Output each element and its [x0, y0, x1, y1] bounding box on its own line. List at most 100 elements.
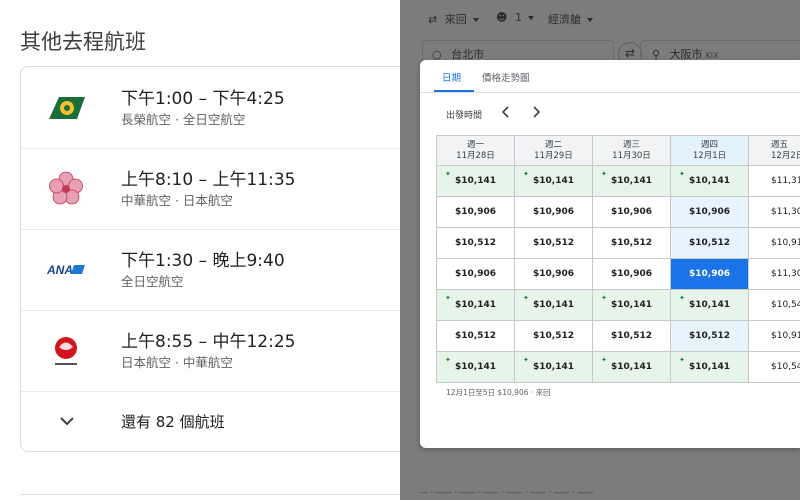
flight-row[interactable]: 下午1:00 – 下午4:25 長榮航空 · 全日空航空 [21, 67, 419, 149]
sparkle-icon: ✦ [601, 170, 607, 178]
svg-text:ANA: ANA [47, 263, 73, 277]
price-value: $10,906 [689, 269, 730, 279]
chevron-right-icon[interactable] [528, 104, 544, 120]
price-value: $11,312 [771, 176, 800, 186]
chevron-left-icon[interactable] [498, 104, 514, 120]
tab-price-graph[interactable]: 價格走勢圖 [482, 70, 530, 84]
flight-times: 上午8:10 – 上午11:35 [121, 170, 296, 190]
trip-type-value: 來回 [444, 13, 467, 26]
price-cell[interactable]: $10,906 [436, 258, 515, 290]
price-value: $10,512 [611, 331, 652, 341]
sparkle-icon: ✦ [445, 356, 451, 364]
price-value: $10,512 [611, 238, 652, 248]
price-cell[interactable]: $10,512 [436, 320, 515, 352]
grid-row: $10,906 $10,906 $10,906 $10,906 $11,306 [436, 258, 800, 290]
price-value: $11,306 [771, 269, 800, 279]
weekday-label: 週二 [544, 139, 562, 150]
price-cell[interactable]: $10,912 [748, 320, 800, 352]
price-cell[interactable]: $10,512 [670, 320, 749, 352]
price-cell[interactable]: $11,306 [748, 196, 800, 228]
dialog-tabs: 日期 價格走勢圖 [420, 60, 800, 93]
more-flights-button[interactable]: 還有 82 個航班 [21, 391, 419, 451]
price-cell[interactable]: ✦ $10,141 [592, 289, 671, 321]
price-cell[interactable]: $10,541 [748, 351, 800, 383]
passengers-select[interactable]: ☻ 1 [496, 11, 534, 24]
flight-row[interactable]: 上午8:55 – 中午12:25 日本航空 · 中華航空 [21, 310, 419, 392]
flight-list-panel: 其他去程航班 下午1:00 – 下午4:25 長榮航空 · 全日空航空 上午8:… [0, 0, 420, 500]
swap-icon: ⇄ [624, 46, 636, 60]
price-cell[interactable]: $10,906 [592, 258, 671, 290]
price-cell[interactable]: $10,512 [514, 320, 593, 352]
price-cell[interactable]: $10,906 [670, 258, 749, 290]
price-cell[interactable]: $10,512 [592, 227, 671, 259]
price-cell[interactable]: $10,906 [436, 196, 515, 228]
price-cell[interactable]: $10,906 [670, 196, 749, 228]
flight-list-card: 下午1:00 – 下午4:25 長榮航空 · 全日空航空 上午8:10 – 上午… [20, 66, 420, 452]
price-cell[interactable]: $10,906 [592, 196, 671, 228]
price-cell[interactable]: $10,906 [514, 258, 593, 290]
price-value: $10,512 [533, 238, 574, 248]
price-value: $10,141 [689, 176, 730, 186]
grid-row: $10,906 $10,906 $10,906 $10,906 $11,306 [436, 196, 800, 228]
flight-airlines: 日本航空 · 中華航空 [121, 355, 233, 370]
sparkle-icon: ✦ [445, 294, 451, 302]
price-cell[interactable]: ✦ $10,141 [592, 165, 671, 197]
chevron-down-icon [60, 417, 74, 426]
price-cell[interactable]: ✦ $10,141 [592, 351, 671, 383]
grid-row: ✦ $10,141 ✦ $10,141 ✦ $10,141 ✦ $10,141 $11,312 [436, 165, 800, 197]
caret-down-icon [587, 18, 593, 22]
price-cell[interactable]: ✦ $10,141 [514, 351, 593, 383]
flight-times: 上午8:55 – 中午12:25 [121, 332, 296, 352]
price-cell[interactable]: ✦ $10,141 [436, 351, 515, 383]
price-value: $10,541 [771, 300, 800, 310]
caret-down-icon [527, 16, 534, 20]
selection-summary: 12月1日至5日 $10,906 · 來回 [446, 388, 551, 397]
price-value: $10,512 [689, 238, 730, 248]
price-cell[interactable]: $10,512 [670, 227, 749, 259]
price-value: $10,141 [611, 362, 652, 372]
price-cell[interactable]: $10,512 [436, 227, 515, 259]
cabin-class-select[interactable]: 經濟艙 [548, 11, 593, 27]
flight-times: 下午1:30 – 晚上9:40 [121, 251, 285, 271]
tab-dates[interactable]: 日期 [442, 70, 461, 84]
price-cell[interactable]: ✦ $10,141 [670, 165, 749, 197]
price-cell[interactable]: $11,312 [748, 165, 800, 197]
caret-down-icon [472, 18, 479, 22]
sparkle-icon: ✦ [523, 294, 529, 302]
price-cell[interactable]: $10,512 [514, 227, 593, 259]
date-label: 12月1日 [692, 150, 727, 161]
sparkle-icon: ✦ [679, 356, 685, 364]
price-cell[interactable]: ✦ $10,141 [436, 289, 515, 321]
grid-column-header: 週四 12月1日 [670, 135, 749, 166]
price-value: $10,906 [533, 269, 574, 279]
price-cell[interactable]: ✦ $10,141 [670, 351, 749, 383]
weekday-label: 週五 [771, 139, 789, 150]
price-cell[interactable]: $10,906 [514, 196, 593, 228]
grid-header-row: 週一11月28日週二11月29日週三11月30日週四12月1日週五12月2日 [436, 135, 800, 166]
destination-code: KIX [705, 51, 719, 60]
price-cell[interactable]: ✦ $10,141 [670, 289, 749, 321]
sparkle-icon: ✦ [679, 170, 685, 178]
section-title: 其他去程航班 [20, 30, 146, 54]
price-value: $10,906 [689, 207, 730, 217]
price-value: $10,912 [771, 331, 800, 341]
price-cell[interactable]: $11,306 [748, 258, 800, 290]
price-value: $10,906 [611, 207, 652, 217]
price-cell[interactable]: $10,912 [748, 227, 800, 259]
more-flights-label: 還有 82 個航班 [121, 413, 225, 431]
sparkle-icon: ✦ [679, 294, 685, 302]
price-cell[interactable]: ✦ $10,141 [436, 165, 515, 197]
price-cell[interactable]: $10,512 [592, 320, 671, 352]
weekday-label: 週三 [622, 139, 640, 150]
flight-row[interactable]: 上午8:10 – 上午11:35 中華航空 · 日本航空 [21, 148, 419, 230]
sparkle-icon: ✦ [445, 170, 451, 178]
price-cell[interactable]: $10,541 [748, 289, 800, 321]
flight-row[interactable]: ANA 下午1:30 – 晚上9:40 全日空航空 [21, 229, 419, 311]
departure-label: 出發時間 [446, 111, 483, 121]
price-cell[interactable]: ✦ $10,141 [514, 289, 593, 321]
flight-airlines: 全日空航空 [121, 274, 184, 289]
trip-type-select[interactable]: ⇄ 來回 [428, 11, 479, 27]
cabin-class-value: 經濟艙 [548, 13, 581, 26]
price-value: $10,141 [455, 176, 496, 186]
price-cell[interactable]: ✦ $10,141 [514, 165, 593, 197]
